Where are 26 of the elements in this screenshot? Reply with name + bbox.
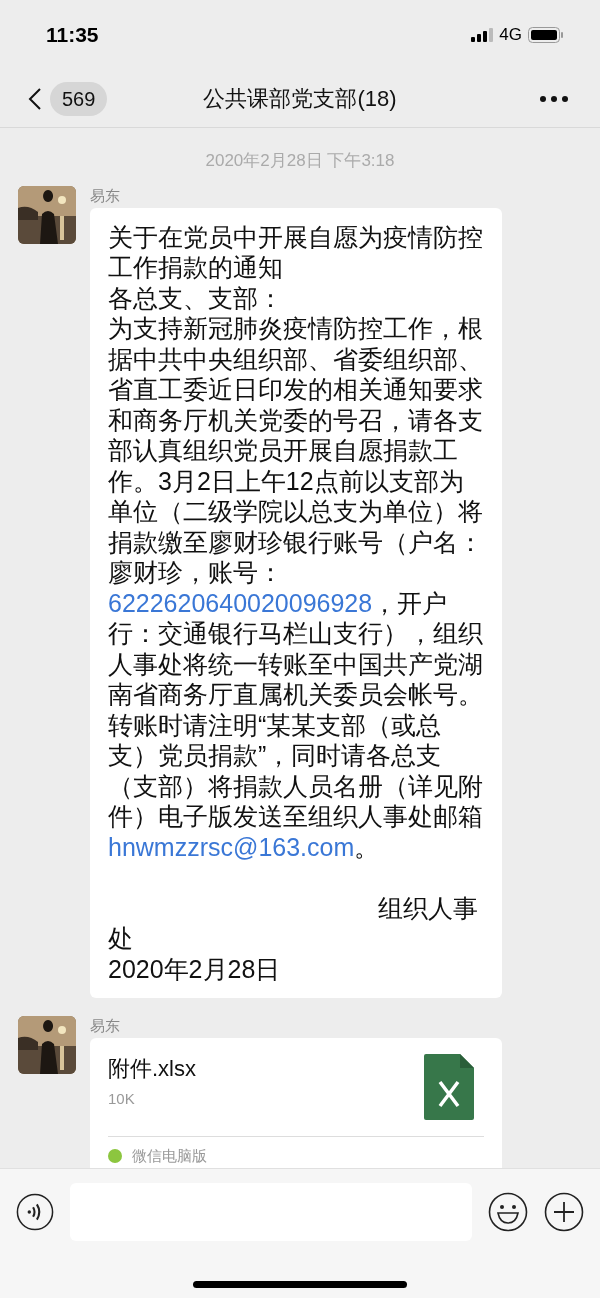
file-name: 附件.xlsx [108,1055,196,1083]
chat-timestamp: 2020年2月28日 下午3:18 [205,150,395,172]
back-icon[interactable] [28,86,42,111]
message-date: 2020年2月28日 [108,953,282,984]
sender-name: 易东 [90,1016,121,1036]
file-source: 微信电脑版 [132,1146,207,1166]
message-title: 关于在党员中开展自愿为疫情防控工作捐款的通知 [108,221,484,283]
message-link[interactable]: 6222620640020096928 [108,588,373,617]
network-type: 4G [499,24,522,47]
emoji-icon[interactable] [488,1192,528,1232]
more-icon[interactable] [540,95,568,102]
file-size: 10K [108,1089,136,1109]
sender-name: 易东 [90,185,121,206]
message-salutation: 各总支、支部： [108,282,284,313]
plus-icon[interactable] [544,1192,584,1232]
spreadsheet-file-icon [424,1054,474,1120]
chat-title: 公共课部党支部(18) [203,85,397,113]
message-signature: 组织人事处 [108,892,479,954]
message-link[interactable]: hnwmzzrsc@163.com [108,832,355,861]
battery-icon [528,27,564,43]
chat-app-icon [108,1149,122,1164]
message-body: 为支持新冠肺炎疫情防控工作，根据中共中央组织部、省委组织部、省直工委近日印发的相关通知要求和商务厅机关党委的号召，请各支部认真组织党员开展自愿捐款工作。3月2日上午12点前以支部为单位（二级学院以总支为单位）将捐款缴至廖财珍银行账号（户名：廖财珍，账号： 6222620640020096928，开户行：交通银行马栏山支行），组织人事处将统一转账至中国共产党湖南省商务厅直属机关委员会帐号。转账时请注明“某某支部（或总支）党员捐款”，同时请各总支（支部）将捐款人员名册（详见附件）电子版发送至组织人事处邮箱 hnwmzzrsc@163.com。 [108,313,484,862]
unread-count-badge[interactable]: 569 [50,81,108,116]
status-time: 11:35 [46,22,99,49]
voice-icon[interactable] [16,1193,54,1231]
signal-icon [471,28,494,42]
